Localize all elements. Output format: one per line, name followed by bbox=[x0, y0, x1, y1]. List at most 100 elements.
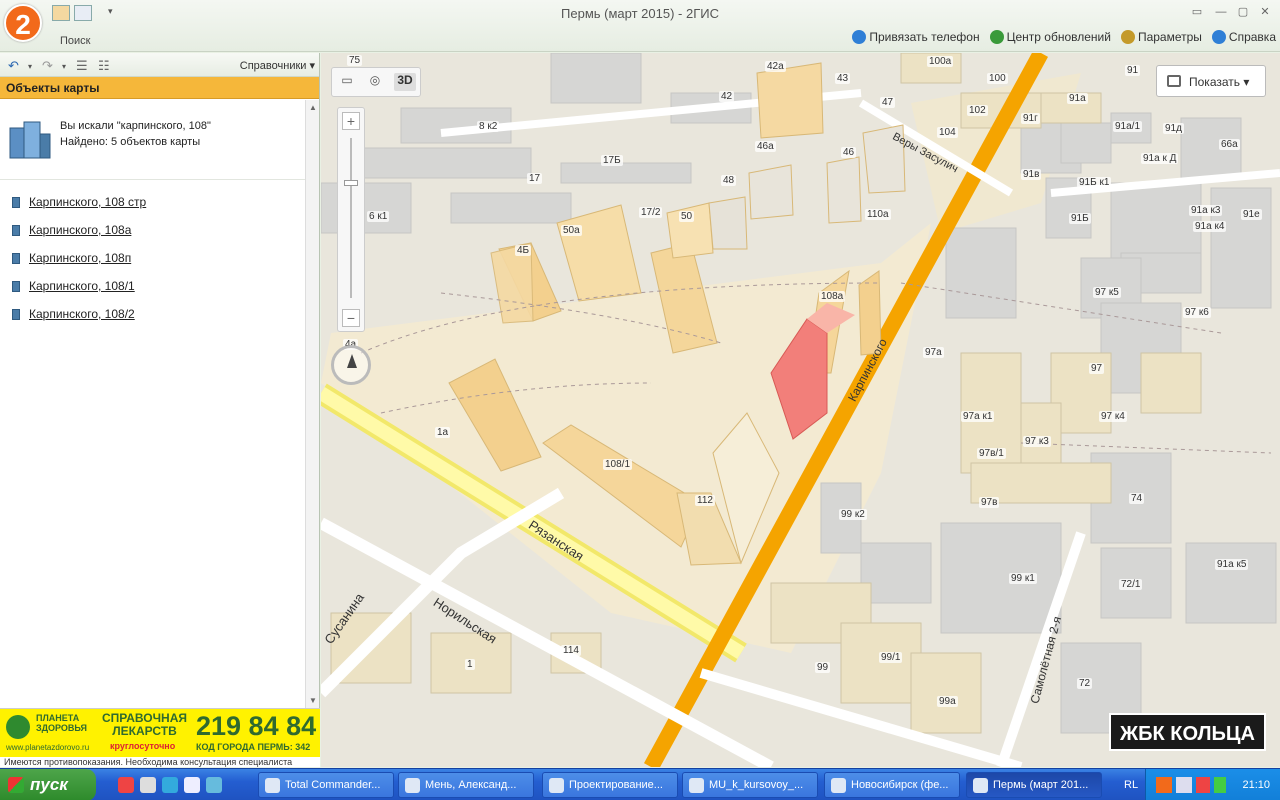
show-layers-button[interactable]: Показать ▾ bbox=[1156, 65, 1266, 97]
map-label[interactable]: 97в bbox=[979, 497, 1000, 508]
list-item[interactable]: Карпинского, 108а bbox=[0, 216, 305, 244]
map-label[interactable]: 97 к3 bbox=[1023, 436, 1051, 447]
quicklaunch-icon[interactable] bbox=[140, 777, 156, 793]
tray-icons[interactable] bbox=[1156, 777, 1226, 793]
ad-banner[interactable]: ПЛАНЕТА ЗДОРОВЬЯ www.planetazdorovo.ru С… bbox=[0, 708, 320, 757]
map-label[interactable]: 46а bbox=[755, 141, 776, 152]
map-label[interactable]: 91а к Д bbox=[1141, 153, 1179, 164]
map-label[interactable]: 99 bbox=[815, 662, 831, 673]
taskbar-button[interactable]: Total Commander... bbox=[258, 772, 394, 798]
minimize-button[interactable]: — bbox=[1210, 4, 1232, 20]
zoom-in-button[interactable]: + bbox=[342, 112, 360, 130]
map-label[interactable]: 97в/1 bbox=[977, 448, 1006, 459]
map-label[interactable]: 99а bbox=[937, 696, 958, 707]
map-ad-banner[interactable]: ЖБК КОЛЬЦА bbox=[1109, 713, 1266, 751]
collapse-icon[interactable]: ☰ bbox=[76, 58, 88, 74]
forward-icon[interactable]: ↷ bbox=[42, 58, 53, 74]
map-label[interactable]: 99 к1 bbox=[1009, 573, 1037, 584]
map-label[interactable]: 108/1 bbox=[603, 459, 633, 470]
map-label[interactable]: 97 bbox=[1089, 363, 1105, 374]
map-label[interactable]: 91а/1 bbox=[1113, 121, 1143, 132]
map-label[interactable]: 104 bbox=[937, 127, 958, 138]
map-label[interactable]: 72/1 bbox=[1119, 579, 1143, 590]
ruler-icon[interactable]: ▭ bbox=[336, 73, 358, 91]
maximize-button[interactable]: ▢ bbox=[1232, 4, 1254, 20]
map-view[interactable]: 75 42а 43 100а 91 100 42 47 102 104 91г 91а 91а/1 91д… bbox=[321, 53, 1280, 767]
map-label[interactable]: 17 bbox=[527, 173, 543, 184]
link-bind-phone[interactable]: Привязать телефон bbox=[852, 30, 980, 44]
map-label[interactable]: 8 к2 bbox=[477, 121, 500, 132]
map-label[interactable]: 1а bbox=[435, 427, 451, 438]
scroll-down-icon[interactable]: ▼ bbox=[309, 696, 317, 705]
map-label[interactable]: 110а bbox=[865, 209, 891, 220]
map-label[interactable]: 17/2 bbox=[639, 207, 663, 218]
link-help[interactable]: Справка bbox=[1211, 30, 1276, 44]
zoom-slider-handle[interactable] bbox=[344, 180, 358, 186]
map-label[interactable]: 97 к4 bbox=[1099, 411, 1127, 422]
map-label[interactable]: 97 к6 bbox=[1183, 307, 1211, 318]
close-button[interactable]: ✕ bbox=[1254, 4, 1276, 20]
expand-icon[interactable]: ☷ bbox=[98, 58, 110, 74]
directories-dropdown[interactable]: Справочники ▾ bbox=[240, 59, 315, 72]
link-settings[interactable]: Параметры bbox=[1120, 30, 1202, 44]
taskbar-button[interactable]: Новосибирск (фе... bbox=[824, 772, 960, 798]
zoom-scale[interactable] bbox=[350, 138, 352, 298]
map-label[interactable]: 50а bbox=[561, 225, 582, 236]
list-item[interactable]: Карпинского, 108п bbox=[0, 244, 305, 272]
map-label[interactable]: 50 bbox=[679, 211, 695, 222]
scroll-up-icon[interactable]: ▲ bbox=[309, 103, 317, 112]
map-label[interactable]: 66а bbox=[1219, 139, 1240, 150]
map-label[interactable]: 91е bbox=[1241, 209, 1262, 220]
map-label[interactable]: 42а bbox=[765, 61, 786, 72]
map-label[interactable]: 91Б bbox=[1069, 213, 1091, 224]
tab-search[interactable]: Поиск bbox=[60, 35, 90, 47]
map-label[interactable]: 43 bbox=[835, 73, 851, 84]
restore-layout-button[interactable]: ▭ bbox=[1186, 4, 1208, 20]
3d-toggle-button[interactable]: 3D bbox=[394, 73, 416, 91]
results-scrollbar[interactable]: ▲ ▼ bbox=[305, 100, 319, 708]
list-item[interactable]: Карпинского, 108/1 bbox=[0, 272, 305, 300]
map-label[interactable]: 72 bbox=[1077, 678, 1093, 689]
forward-dropdown-icon[interactable]: ▾ bbox=[62, 62, 66, 71]
map-label[interactable]: 99/1 bbox=[879, 652, 903, 663]
ie-icon[interactable] bbox=[162, 777, 178, 793]
map-label[interactable]: 97 к5 bbox=[1093, 287, 1121, 298]
map-label[interactable]: 97а bbox=[923, 347, 944, 358]
map-label[interactable]: 47 bbox=[880, 97, 896, 108]
map-label[interactable]: 91а bbox=[1067, 93, 1088, 104]
taskbar-button[interactable]: Пермь (март 201... bbox=[966, 772, 1102, 798]
map-label[interactable]: 100а bbox=[927, 56, 954, 67]
route-icon[interactable]: ◎ bbox=[364, 73, 386, 91]
back-dropdown-icon[interactable]: ▾ bbox=[28, 62, 32, 71]
media-icon[interactable] bbox=[184, 777, 200, 793]
taskbar-button[interactable]: Проектирование... bbox=[542, 772, 678, 798]
map-label[interactable]: 91Б к1 bbox=[1077, 177, 1112, 188]
map-label[interactable]: 91а к5 bbox=[1215, 559, 1249, 570]
taskbar-button[interactable]: MU_k_kursovoy_... bbox=[682, 772, 818, 798]
map-label[interactable]: 99 к2 bbox=[839, 509, 867, 520]
map-label[interactable]: 91г bbox=[1021, 113, 1040, 124]
map-label[interactable]: 74 bbox=[1129, 493, 1145, 504]
map-label[interactable]: 17Б bbox=[601, 155, 623, 166]
map-label[interactable]: 42 bbox=[719, 91, 735, 102]
map-label[interactable]: 91 bbox=[1125, 65, 1141, 76]
map-label[interactable]: 100 bbox=[987, 73, 1008, 84]
map-label[interactable]: 102 bbox=[967, 105, 988, 116]
map-label[interactable]: 112 bbox=[695, 495, 715, 506]
map-label[interactable]: 91в bbox=[1021, 169, 1042, 180]
taskbar-button[interactable]: Мень, Александ... bbox=[398, 772, 534, 798]
language-indicator[interactable]: RL bbox=[1124, 779, 1138, 791]
link-update-center[interactable]: Центр обновлений bbox=[989, 30, 1111, 44]
zoom-out-button[interactable]: − bbox=[342, 309, 360, 327]
map-label[interactable]: 46 bbox=[841, 147, 857, 158]
map-label[interactable]: 48 bbox=[721, 175, 737, 186]
map-label[interactable]: 108а bbox=[819, 291, 846, 302]
chrome-icon[interactable] bbox=[118, 777, 134, 793]
map-label[interactable]: 114 bbox=[561, 645, 581, 656]
list-item[interactable]: Карпинского, 108/2 bbox=[0, 300, 305, 328]
map-label[interactable]: 4Б bbox=[515, 245, 532, 256]
map-label[interactable]: 91а к4 bbox=[1193, 221, 1227, 232]
map-label[interactable]: 97а к1 bbox=[961, 411, 995, 422]
map-label[interactable]: 91д bbox=[1163, 123, 1184, 134]
map-label[interactable]: 91а к3 bbox=[1189, 205, 1223, 216]
